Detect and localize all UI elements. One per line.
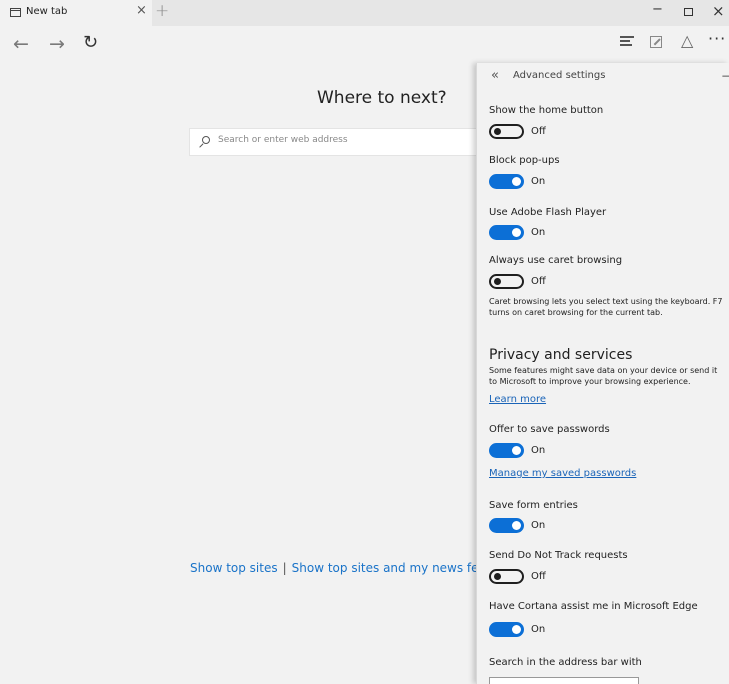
link-separator: |	[282, 561, 287, 575]
home-button-label: Show the home button	[489, 105, 604, 116]
block-popups-state: On	[531, 176, 546, 187]
page-heading: Where to next?	[317, 88, 447, 108]
flash-player-state: On	[531, 227, 546, 238]
do-not-track-label: Send Do Not Track requests	[489, 550, 628, 561]
refresh-icon[interactable]: ↻	[83, 32, 98, 53]
flash-player-toggle[interactable]	[489, 225, 524, 240]
privacy-note: Some features might save data on your de…	[489, 366, 718, 386]
privacy-heading: Privacy and services	[489, 347, 633, 363]
tab-new-tab[interactable]: New tab ×	[0, 0, 152, 26]
save-passwords-state: On	[531, 445, 546, 456]
home-button-state: Off	[531, 126, 546, 137]
show-top-sites-news-link[interactable]: Show top sites and my news feed	[292, 561, 494, 575]
tab-page-icon	[10, 8, 21, 17]
cortana-label: Have Cortana assist me in Microsoft Edge	[489, 601, 698, 612]
share-icon[interactable]: △	[681, 31, 693, 50]
form-entries-state: On	[531, 520, 546, 531]
navigation-bar: ← → ↻ △ ···	[0, 26, 729, 63]
search-provider-dropdown[interactable]	[489, 677, 639, 684]
block-popups-label: Block pop-ups	[489, 155, 560, 166]
feed-options: Show top sites | Show top sites and my new…	[190, 561, 494, 575]
do-not-track-state: Off	[531, 571, 546, 582]
tab-title: New tab	[26, 6, 68, 17]
panel-back-button[interactable]: «	[491, 68, 499, 83]
home-button-toggle[interactable]	[489, 124, 524, 139]
save-passwords-toggle[interactable]	[489, 443, 524, 458]
tab-close-button[interactable]: ×	[136, 3, 147, 18]
flash-player-label: Use Adobe Flash Player	[489, 207, 607, 218]
back-arrow-icon[interactable]: ←	[13, 33, 29, 55]
advanced-settings-panel: « Advanced settings −■ Show the home but…	[476, 63, 729, 684]
caret-browsing-note: Caret browsing lets you select text usin…	[489, 297, 723, 317]
caret-browsing-toggle[interactable]	[489, 274, 524, 289]
new-tab-button[interactable]: +	[155, 1, 169, 21]
search-icon	[202, 136, 210, 144]
close-window-button[interactable]: ×	[712, 2, 725, 20]
cortana-toggle[interactable]	[489, 622, 524, 637]
block-popups-toggle[interactable]	[489, 174, 524, 189]
show-top-sites-link[interactable]: Show top sites	[190, 561, 278, 575]
form-entries-toggle[interactable]	[489, 518, 524, 533]
save-passwords-label: Offer to save passwords	[489, 424, 610, 435]
tab-bar: New tab × + − ×	[0, 0, 729, 26]
caret-browsing-label: Always use caret browsing	[489, 255, 623, 266]
more-actions-icon[interactable]: ···	[708, 29, 726, 48]
pin-icon[interactable]: −■	[721, 69, 729, 83]
form-entries-label: Save form entries	[489, 500, 578, 511]
address-bar-search-label: Search in the address bar with	[489, 657, 642, 668]
search-input[interactable]	[218, 135, 478, 145]
panel-title: Advanced settings	[513, 70, 606, 81]
minimize-button[interactable]: −	[652, 2, 663, 17]
browser-window: New tab × + − × ← → ↻ △ ··· Where to nex…	[0, 0, 729, 684]
web-note-icon[interactable]	[650, 36, 662, 48]
hub-icon[interactable]	[620, 36, 634, 46]
forward-arrow-icon[interactable]: →	[49, 33, 65, 55]
learn-more-link[interactable]: Learn more	[489, 394, 546, 405]
do-not-track-toggle[interactable]	[489, 569, 524, 584]
caret-browsing-state: Off	[531, 276, 546, 287]
manage-passwords-link[interactable]: Manage my saved passwords	[489, 468, 636, 479]
search-box[interactable]	[189, 128, 489, 156]
maximize-button[interactable]	[684, 8, 693, 16]
cortana-state: On	[531, 624, 546, 635]
